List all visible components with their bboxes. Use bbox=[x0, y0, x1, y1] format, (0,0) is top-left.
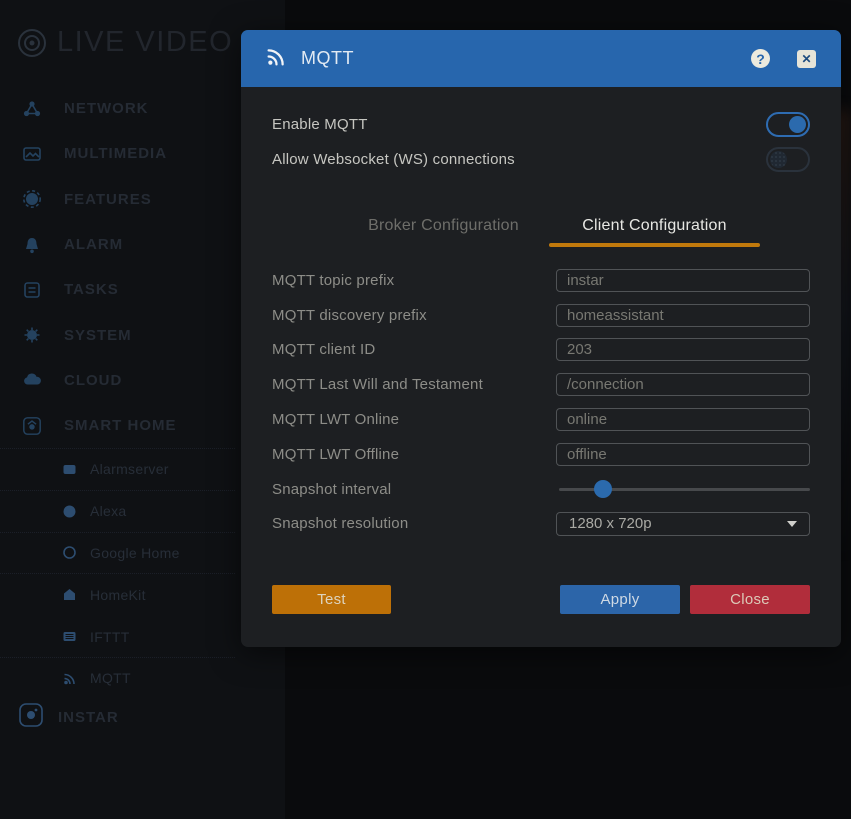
field-row-discovery-prefix: MQTT discovery prefix bbox=[272, 298, 810, 333]
tasks-icon bbox=[22, 280, 42, 300]
apply-button[interactable]: Apply bbox=[560, 585, 680, 614]
mqtt-lwt-offline-input[interactable] bbox=[556, 443, 810, 466]
field-row-lwt-offline: MQTT LWT Offline bbox=[272, 437, 810, 472]
sidebar-subitem-google-home[interactable]: Google Home bbox=[0, 532, 235, 574]
chevron-down-icon bbox=[787, 521, 797, 527]
field-row-snapshot-interval: Snapshot interval bbox=[272, 472, 810, 507]
mqtt-broadcast-icon bbox=[266, 46, 287, 72]
field-row-client-id: MQTT client ID bbox=[272, 333, 810, 368]
tab-broker-configuration[interactable]: Broker Configuration bbox=[338, 206, 549, 246]
camera-lens-icon bbox=[16, 27, 48, 59]
mqtt-icon bbox=[62, 671, 77, 686]
alarm-icon bbox=[22, 235, 42, 255]
enable-mqtt-toggle[interactable] bbox=[766, 112, 810, 137]
system-icon bbox=[22, 325, 42, 345]
multimedia-icon bbox=[22, 144, 42, 164]
toggle-knob bbox=[789, 116, 806, 133]
mqtt-last-will-input[interactable] bbox=[556, 373, 810, 396]
network-icon bbox=[22, 99, 42, 119]
sidebar-subitem-homekit[interactable]: HomeKit bbox=[0, 573, 235, 615]
dialog-body: Enable MQTT Allow Websocket (WS) connect… bbox=[241, 87, 841, 614]
dialog-actions: Test Apply Close bbox=[272, 585, 810, 614]
snapshot-interval-slider[interactable] bbox=[559, 479, 810, 499]
ifttt-icon bbox=[62, 629, 77, 644]
enable-mqtt-row: Enable MQTT bbox=[272, 107, 810, 142]
mqtt-topic-prefix-input[interactable] bbox=[556, 269, 810, 292]
snapshot-resolution-select[interactable]: 1280 x 720p bbox=[556, 512, 810, 536]
selected-resolution: 1280 x 720p bbox=[569, 515, 652, 532]
alexa-icon bbox=[62, 504, 77, 519]
slider-knob[interactable] bbox=[594, 480, 612, 498]
sidebar-subitem-ifttt[interactable]: IFTTT bbox=[0, 615, 235, 657]
live-video-header[interactable]: LIVE VIDEO bbox=[16, 26, 233, 59]
brand-title: LIVE VIDEO bbox=[57, 26, 233, 59]
sidebar-item-instar[interactable]: INSTAR bbox=[0, 698, 303, 736]
field-row-snapshot-resolution: Snapshot resolution 1280 x 720p bbox=[272, 507, 810, 542]
mqtt-dialog: MQTT ? ✕ Enable MQTT Allow Websocket (WS… bbox=[241, 30, 841, 647]
cloud-icon bbox=[22, 370, 42, 390]
mqtt-client-id-input[interactable] bbox=[556, 338, 810, 361]
websocket-toggle[interactable] bbox=[766, 147, 810, 172]
configuration-tabs: Broker Configuration Client Configuratio… bbox=[338, 206, 760, 246]
sidebar-subitem-alexa[interactable]: Alexa bbox=[0, 490, 235, 532]
sidebar-subitem-alarmserver[interactable]: Alarmserver bbox=[0, 448, 235, 490]
sidebar-subitem-mqtt[interactable]: MQTT bbox=[0, 657, 235, 699]
close-dialog-button[interactable]: ✕ bbox=[797, 50, 816, 68]
app-window: LIVE VIDEO NETWORK MULTIMEDIA FEATURES bbox=[0, 0, 851, 819]
dialog-header-actions: ? ✕ bbox=[751, 49, 816, 68]
help-button[interactable]: ? bbox=[751, 49, 770, 68]
field-row-last-will: MQTT Last Will and Testament bbox=[272, 367, 810, 402]
toggle-knob bbox=[770, 151, 787, 168]
close-button[interactable]: Close bbox=[690, 585, 810, 614]
websocket-label: Allow Websocket (WS) connections bbox=[272, 151, 515, 168]
websocket-row: Allow Websocket (WS) connections bbox=[272, 142, 810, 177]
active-tab-indicator bbox=[549, 243, 760, 247]
mqtt-discovery-prefix-input[interactable] bbox=[556, 304, 810, 327]
homekit-icon bbox=[62, 587, 77, 602]
dialog-title: MQTT bbox=[301, 48, 354, 69]
mqtt-lwt-online-input[interactable] bbox=[556, 408, 810, 431]
enable-mqtt-label: Enable MQTT bbox=[272, 116, 368, 133]
google-home-icon bbox=[62, 545, 77, 560]
tab-client-configuration[interactable]: Client Configuration bbox=[549, 206, 760, 246]
features-icon bbox=[22, 189, 42, 209]
test-button[interactable]: Test bbox=[272, 585, 391, 614]
field-row-lwt-online: MQTT LWT Online bbox=[272, 402, 810, 437]
instar-icon bbox=[18, 702, 44, 733]
dialog-header: MQTT ? ✕ bbox=[241, 30, 841, 87]
field-row-topic-prefix: MQTT topic prefix bbox=[272, 263, 810, 298]
alarmserver-icon bbox=[62, 462, 77, 477]
smart-home-icon bbox=[22, 416, 42, 436]
